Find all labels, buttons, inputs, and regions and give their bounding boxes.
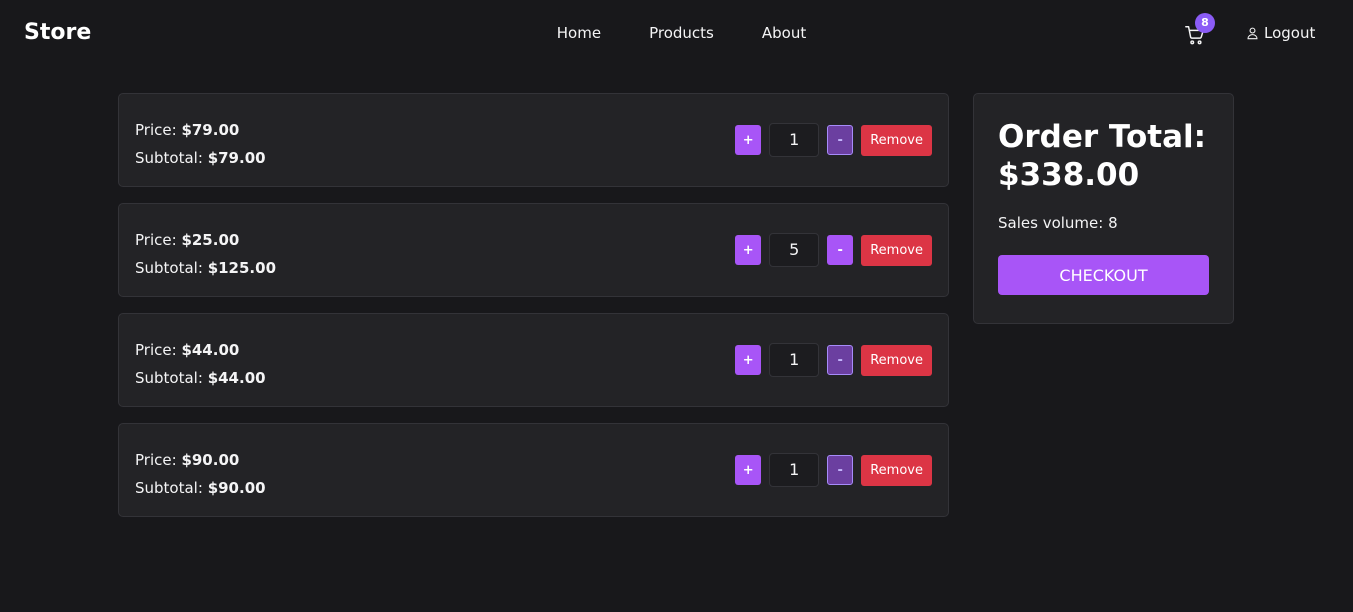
user-icon — [1247, 27, 1258, 40]
subtotal-value: $90.00 — [207, 479, 266, 497]
price-value: $90.00 — [181, 451, 240, 469]
sales-volume: Sales volume: 8 — [998, 214, 1118, 232]
subtotal-value: $44.00 — [207, 369, 266, 387]
item-info: Price: $90.00 Subtotal: $90.00 — [135, 446, 266, 502]
price-label: Price: — [135, 341, 177, 359]
order-total: Order Total: $338.00 — [998, 119, 1207, 193]
decrement-button[interactable]: - — [827, 235, 854, 265]
increment-button[interactable]: + — [735, 455, 762, 485]
item-controls: + 1 - Remove — [735, 343, 932, 377]
quantity-field[interactable]: 1 — [769, 453, 820, 487]
quantity-field[interactable]: 1 — [769, 123, 820, 157]
navbar: Store Home Products About 8 Logout — [0, 0, 1353, 70]
item-controls: + 5 - Remove — [735, 233, 932, 267]
item-info: Price: $44.00 Subtotal: $44.00 — [135, 336, 266, 392]
price-value: $44.00 — [181, 341, 240, 359]
cart-item: Price: $44.00 Subtotal: $44.00 + 1 - Rem… — [118, 313, 949, 407]
cart-count-badge: 8 — [1195, 13, 1215, 33]
increment-button[interactable]: + — [735, 125, 762, 155]
increment-button[interactable]: + — [735, 235, 762, 265]
quantity-field[interactable]: 5 — [769, 233, 820, 267]
checkout-button[interactable]: CHECKOUT — [998, 255, 1209, 295]
logout-label: Logout — [1264, 24, 1316, 42]
cart-item: Price: $25.00 Subtotal: $125.00 + 5 - Re… — [118, 203, 949, 297]
item-info: Price: $79.00 Subtotal: $79.00 — [135, 116, 266, 172]
logout-link[interactable]: Logout — [1246, 24, 1315, 42]
cart-item: Price: $79.00 Subtotal: $79.00 + 1 - Rem… — [118, 93, 949, 187]
item-info: Price: $25.00 Subtotal: $125.00 — [135, 226, 276, 282]
subtotal-value: $125.00 — [207, 259, 277, 277]
price-label: Price: — [135, 231, 177, 249]
increment-button[interactable]: + — [735, 345, 762, 375]
price-label: Price: — [135, 121, 177, 139]
nav-link-about[interactable]: About — [762, 24, 806, 42]
remove-button[interactable]: Remove — [861, 344, 932, 376]
subtotal-label: Subtotal: — [135, 479, 203, 497]
remove-button[interactable]: Remove — [861, 124, 932, 156]
decrement-button[interactable]: - — [827, 345, 854, 375]
subtotal-label: Subtotal: — [135, 369, 203, 387]
item-controls: + 1 - Remove — [735, 453, 932, 487]
price-label: Price: — [135, 451, 177, 469]
subtotal-label: Subtotal: — [135, 149, 203, 167]
nav-link-home[interactable]: Home — [557, 24, 601, 42]
price-value: $25.00 — [181, 231, 240, 249]
decrement-button[interactable]: - — [827, 455, 854, 485]
price-value: $79.00 — [181, 121, 240, 139]
remove-button[interactable]: Remove — [861, 234, 932, 266]
subtotal-label: Subtotal: — [135, 259, 203, 277]
cart-item: Price: $90.00 Subtotal: $90.00 + 1 - Rem… — [118, 423, 949, 517]
nav-links: Home Products About — [0, 24, 1353, 42]
order-summary: Order Total: $338.00 Sales volume: 8 CHE… — [973, 93, 1234, 324]
item-controls: + 1 - Remove — [735, 123, 932, 157]
remove-button[interactable]: Remove — [861, 454, 932, 486]
decrement-button[interactable]: - — [827, 125, 854, 155]
subtotal-value: $79.00 — [207, 149, 266, 167]
cart-items-list: Price: $79.00 Subtotal: $79.00 + 1 - Rem… — [118, 93, 949, 533]
nav-link-products[interactable]: Products — [649, 24, 714, 42]
quantity-field[interactable]: 1 — [769, 343, 820, 377]
